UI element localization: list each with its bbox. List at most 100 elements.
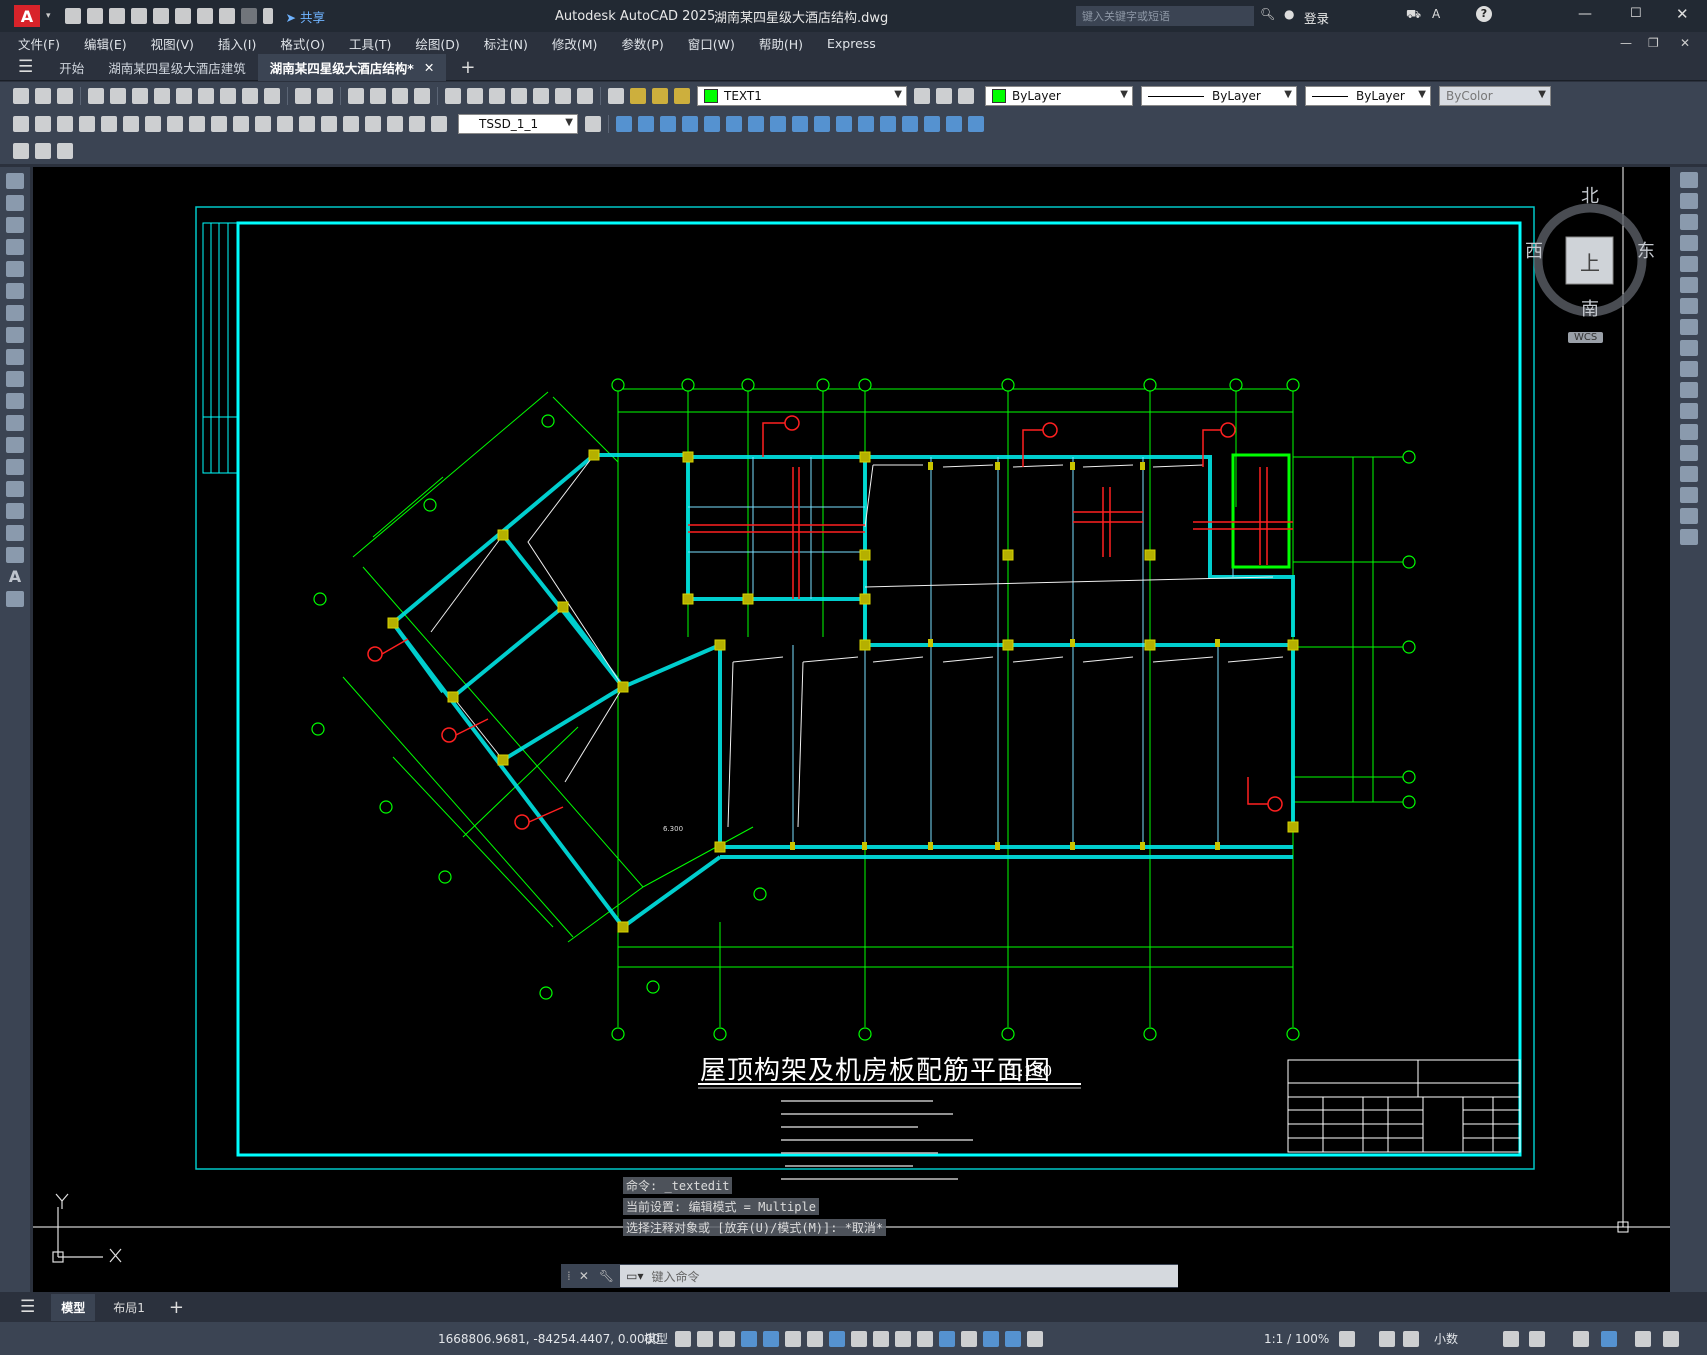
dim-break-icon[interactable] bbox=[277, 116, 293, 132]
rectangle-icon[interactable] bbox=[6, 261, 24, 277]
layouts-menu-icon[interactable]: ☰ bbox=[20, 1297, 35, 1317]
table-icon[interactable] bbox=[6, 547, 24, 563]
markup-icon[interactable] bbox=[533, 88, 549, 104]
menu-edit[interactable]: 编辑(E) bbox=[84, 34, 127, 53]
tab-architecture-drawing[interactable]: 湖南某四星级大酒店建筑 bbox=[96, 54, 258, 81]
linetype-dropdown[interactable]: ByLayer ▼ bbox=[1141, 86, 1297, 106]
viewcube-east[interactable]: 东 bbox=[1637, 237, 1655, 263]
menu-dimension[interactable]: 标注(N) bbox=[484, 34, 528, 53]
autodesk-app-icon[interactable]: A bbox=[1432, 7, 1440, 21]
lock-ui-icon[interactable] bbox=[1529, 1330, 1545, 1347]
save-icon[interactable] bbox=[108, 8, 125, 24]
inspection-icon[interactable] bbox=[343, 116, 359, 132]
zoom-previous-icon[interactable] bbox=[414, 88, 430, 104]
close-command-icon[interactable]: ✕ bbox=[579, 1269, 589, 1283]
join-icon[interactable] bbox=[1679, 445, 1698, 461]
object-snap-tracking-icon[interactable] bbox=[829, 1330, 845, 1347]
close-button[interactable]: ✕ bbox=[1676, 5, 1689, 23]
snap-icon[interactable] bbox=[697, 1330, 713, 1347]
plot-icon[interactable] bbox=[88, 88, 104, 104]
jogged-dim-icon[interactable] bbox=[123, 116, 139, 132]
explode-icon[interactable] bbox=[1679, 529, 1698, 545]
dynamic-ucs-icon[interactable] bbox=[939, 1330, 955, 1347]
calculator-icon[interactable] bbox=[555, 88, 571, 104]
viewcube-top[interactable]: 上 bbox=[1580, 247, 1600, 276]
tab-layout1[interactable]: 布局1 bbox=[103, 1294, 155, 1321]
menu-draw[interactable]: 绘图(D) bbox=[415, 34, 459, 53]
doc-restore-button[interactable]: ❐ bbox=[1648, 36, 1659, 50]
region-icon[interactable] bbox=[6, 525, 24, 541]
baseline-dim-icon[interactable] bbox=[211, 116, 227, 132]
tool-palettes-icon[interactable] bbox=[489, 88, 505, 104]
open-icon[interactable] bbox=[35, 88, 51, 104]
break-at-point-icon[interactable] bbox=[1679, 403, 1698, 419]
trim-icon[interactable] bbox=[1679, 361, 1698, 377]
units-icon[interactable] bbox=[1403, 1330, 1419, 1347]
layer-on-icon[interactable] bbox=[630, 88, 646, 104]
tab-start[interactable]: 开始 bbox=[47, 54, 96, 81]
chamfer-icon[interactable] bbox=[1679, 466, 1698, 482]
3dprint-icon[interactable] bbox=[154, 88, 170, 104]
3d-tool-icon[interactable] bbox=[792, 116, 808, 132]
jogged-linear-icon[interactable] bbox=[365, 116, 381, 132]
model-space-button[interactable]: 模型 bbox=[644, 1330, 668, 1347]
help-icon[interactable] bbox=[577, 88, 593, 104]
design-center-icon[interactable] bbox=[467, 88, 483, 104]
help-icon[interactable]: ? bbox=[1476, 6, 1492, 22]
3d-tool-icon[interactable] bbox=[638, 116, 654, 132]
3d-tool-icon[interactable] bbox=[770, 116, 786, 132]
make-current-layer-icon[interactable] bbox=[914, 88, 930, 104]
tab-structure-drawing[interactable]: 湖南某四星级大酒店结构* ✕ bbox=[257, 53, 447, 81]
grip-handle-icon[interactable]: ⁞ bbox=[567, 1269, 571, 1283]
color-dropdown[interactable]: ByLayer ▼ bbox=[985, 86, 1133, 106]
menu-modify[interactable]: 修改(M) bbox=[552, 34, 598, 53]
insert-block-icon[interactable] bbox=[6, 415, 24, 431]
dimstyle-manager-icon[interactable] bbox=[585, 116, 601, 132]
dimstyle-dropdown[interactable]: TSSD_1_1 ▼ bbox=[458, 114, 578, 134]
menu-view[interactable]: 视图(V) bbox=[151, 34, 194, 53]
gradient-icon[interactable] bbox=[6, 503, 24, 519]
customization-icon[interactable] bbox=[1663, 1330, 1679, 1347]
edit-text-icon[interactable] bbox=[13, 143, 29, 159]
polar-icon[interactable] bbox=[785, 1330, 801, 1347]
layer-freeze-icon[interactable] bbox=[652, 88, 668, 104]
angular-dim-icon[interactable] bbox=[167, 116, 183, 132]
viewcube-west[interactable]: 西 bbox=[1525, 237, 1543, 263]
construction-line-icon[interactable] bbox=[6, 195, 24, 211]
fillet-icon[interactable] bbox=[1679, 487, 1698, 503]
auto-scale-icon[interactable] bbox=[1027, 1330, 1043, 1347]
copy-icon[interactable] bbox=[198, 88, 214, 104]
doc-close-button[interactable]: ✕ bbox=[1680, 36, 1690, 50]
break-icon[interactable] bbox=[1679, 424, 1698, 440]
3d-tool-icon[interactable] bbox=[748, 116, 764, 132]
customize-wrench-icon[interactable]: 🔧︎ bbox=[599, 1269, 614, 1283]
plot-preview-icon[interactable] bbox=[110, 88, 126, 104]
gizmo-icon[interactable] bbox=[983, 1330, 999, 1347]
3d-tool-icon[interactable] bbox=[704, 116, 720, 132]
3d-tool-icon[interactable] bbox=[946, 116, 962, 132]
dim-edit-icon[interactable] bbox=[387, 116, 403, 132]
graphics-performance-icon[interactable] bbox=[1601, 1330, 1617, 1347]
dim-text-edit-icon[interactable] bbox=[409, 116, 425, 132]
make-block-icon[interactable] bbox=[6, 437, 24, 453]
hatch-icon[interactable] bbox=[6, 481, 24, 497]
publish-icon[interactable] bbox=[132, 88, 148, 104]
3d-tool-icon[interactable] bbox=[902, 116, 918, 132]
multiline-text-icon[interactable]: A bbox=[6, 569, 24, 585]
array-icon[interactable] bbox=[1679, 256, 1698, 272]
arc-icon[interactable] bbox=[6, 283, 24, 299]
radius-dim-icon[interactable] bbox=[101, 116, 117, 132]
wcs-button[interactable]: WCS bbox=[1568, 332, 1604, 343]
menu-parametric[interactable]: 参数(P) bbox=[621, 34, 663, 53]
transparency-icon[interactable] bbox=[873, 1330, 889, 1347]
match-properties-icon[interactable] bbox=[242, 88, 258, 104]
point-icon[interactable] bbox=[6, 459, 24, 475]
arc-length-icon[interactable] bbox=[57, 116, 73, 132]
paste-icon[interactable] bbox=[220, 88, 236, 104]
save-as-icon[interactable] bbox=[130, 8, 147, 24]
redo-icon[interactable] bbox=[240, 8, 257, 24]
3d-tool-icon[interactable] bbox=[858, 116, 874, 132]
circle-icon[interactable] bbox=[6, 305, 24, 321]
selection-cycling-icon[interactable] bbox=[895, 1330, 911, 1347]
copy-object-icon[interactable] bbox=[1679, 193, 1698, 209]
